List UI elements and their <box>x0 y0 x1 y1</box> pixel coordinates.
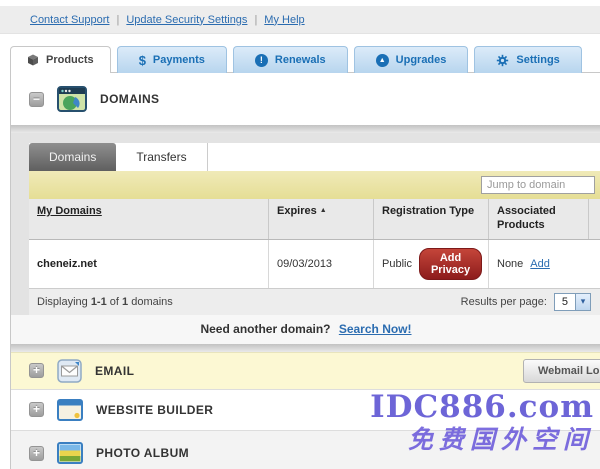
expand-website-builder-button[interactable]: + <box>29 402 44 417</box>
need-domain-text: Need another domain? <box>200 322 330 336</box>
website-builder-section-row: + WEBSITE BUILDER <box>11 390 600 431</box>
domains-section-header: − DOMAINS <box>11 73 600 125</box>
email-section-row: + EMAIL Webmail Login <box>11 352 600 390</box>
column-header-expires[interactable]: Expires▲ <box>269 199 374 239</box>
tab-products[interactable]: Products <box>10 46 111 73</box>
account-manager-screen: Contact Support | Update Security Settin… <box>0 0 600 469</box>
registration-type-value: Public <box>382 258 412 270</box>
expires-label: Expires <box>277 205 317 217</box>
column-header-my-domains[interactable]: My Domains <box>29 199 269 239</box>
registration-type-cell: Public Add Privacy <box>374 240 489 288</box>
alert-circle-icon: ! <box>255 54 268 67</box>
photo-album-section-row: + PHOTO ALBUM <box>11 431 600 469</box>
add-associated-product-link[interactable]: Add <box>530 258 550 270</box>
webmail-login-button[interactable]: Webmail Login <box>523 359 600 383</box>
divider-band <box>11 125 600 133</box>
tab-label: Upgrades <box>396 54 447 66</box>
contact-support-link[interactable]: Contact Support <box>30 14 110 26</box>
expand-photo-album-button[interactable]: + <box>29 446 44 461</box>
tab-label: Renewals <box>275 54 326 66</box>
domain-name-cell: cheneiz.net <box>29 240 269 288</box>
tab-label: Payments <box>153 54 205 66</box>
collapse-domains-button[interactable]: − <box>29 92 44 107</box>
tab-upgrades[interactable]: ▲ Upgrades <box>354 46 469 73</box>
photo-album-icon <box>57 442 83 464</box>
search-now-link[interactable]: Search Now! <box>339 322 412 336</box>
jump-to-domain-bar <box>29 171 600 199</box>
domain-table-row: cheneiz.net 09/03/2013 Public Add Privac… <box>29 240 600 289</box>
selected-page-size: 5 <box>555 294 575 310</box>
gear-icon <box>496 54 509 67</box>
jump-to-domain-input[interactable] <box>481 176 595 194</box>
email-section-title: EMAIL <box>95 364 134 378</box>
domains-section-title: DOMAINS <box>100 92 159 106</box>
results-per-page-select[interactable]: 5 ▾ <box>554 293 591 311</box>
subtab-domains[interactable]: Domains <box>29 143 116 171</box>
tab-payments[interactable]: $ Payments <box>117 46 227 73</box>
domains-icon <box>57 86 87 112</box>
column-header-associated-products: Associated Products <box>489 199 589 239</box>
tab-renewals[interactable]: ! Renewals <box>233 46 348 73</box>
domains-content: Domains Transfers My Domains Expires▲ Re… <box>11 133 600 315</box>
total-count: 1 <box>122 296 128 308</box>
subtab-transfers[interactable]: Transfers <box>116 143 207 171</box>
domains-table: My Domains Expires▲ Registration Type As… <box>29 199 600 315</box>
upgrade-circle-icon: ▲ <box>376 54 389 67</box>
tab-settings[interactable]: Settings <box>474 46 581 73</box>
photo-album-section-title: PHOTO ALBUM <box>96 446 189 460</box>
my-domains-sort-link[interactable]: My Domains <box>37 205 102 217</box>
expires-cell: 09/03/2013 <box>269 240 374 288</box>
domain-name: cheneiz.net <box>37 258 97 270</box>
products-panel: − DOMAINS Domains Transfers <box>10 72 600 469</box>
add-privacy-button[interactable]: Add Privacy <box>419 248 482 280</box>
tab-label: Products <box>46 54 94 66</box>
domains-table-footer: Displaying 1-1 of 1 domains Results per … <box>29 289 600 315</box>
top-links-bar: Contact Support | Update Security Settin… <box>0 6 600 34</box>
displayed-range: 1-1 <box>91 296 107 308</box>
chevron-down-icon: ▾ <box>575 294 590 310</box>
expand-email-button[interactable]: + <box>29 363 44 378</box>
column-header-registration-type: Registration Type <box>374 199 489 239</box>
email-icon <box>57 359 82 383</box>
update-security-settings-link[interactable]: Update Security Settings <box>126 14 247 26</box>
products-box-icon <box>27 54 39 66</box>
domain-search-prompt: Need another domain? Search Now! <box>11 315 600 344</box>
associated-products-value: None <box>497 258 523 270</box>
domains-subtabs: Domains Transfers <box>29 143 600 171</box>
website-builder-icon <box>57 399 83 421</box>
divider-band <box>11 344 600 352</box>
sort-asc-icon: ▲ <box>320 207 327 214</box>
displaying-count-text: Displaying 1-1 of 1 domains <box>37 296 173 308</box>
associated-products-cell: None Add <box>489 240 600 288</box>
link-separator: | <box>254 14 257 26</box>
results-per-page: Results per page: 5 ▾ <box>461 293 591 311</box>
my-help-link[interactable]: My Help <box>264 14 304 26</box>
website-builder-section-title: WEBSITE BUILDER <box>96 403 213 417</box>
dollar-icon: $ <box>139 53 146 68</box>
results-per-page-label: Results per page: <box>461 296 547 308</box>
link-separator: | <box>117 14 120 26</box>
domains-table-header: My Domains Expires▲ Registration Type As… <box>29 199 600 240</box>
main-tab-bar: Products $ Payments ! Renewals ▲ Upgrade… <box>10 46 582 73</box>
tab-label: Settings <box>516 54 559 66</box>
